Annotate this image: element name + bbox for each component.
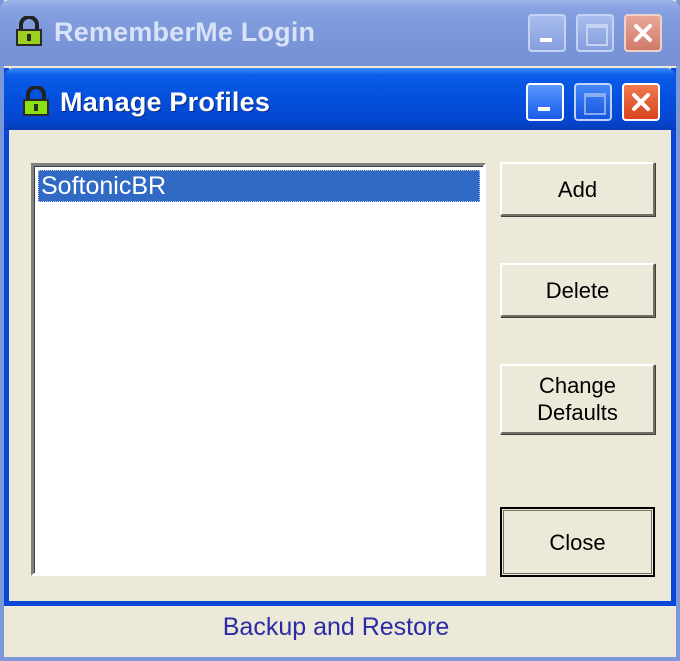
delete-button[interactable]: Delete — [500, 263, 655, 317]
change-defaults-button[interactable]: Change Defaults — [500, 364, 655, 434]
outer-window-title: RememberMe Login — [54, 17, 316, 47]
outer-minimize-button[interactable] — [528, 14, 566, 52]
change-defaults-label-line2: Defaults — [537, 400, 618, 425]
minimize-icon — [540, 38, 552, 42]
add-button[interactable]: Add — [500, 162, 655, 216]
maximize-icon — [586, 24, 608, 46]
lock-icon — [23, 86, 49, 116]
close-icon — [634, 24, 652, 42]
backup-restore-link[interactable]: Backup and Restore — [0, 613, 672, 642]
change-defaults-label-line1: Change — [538, 373, 617, 398]
lock-icon — [16, 16, 42, 46]
outer-maximize-button[interactable] — [576, 14, 614, 52]
dialog-title: Manage Profiles — [60, 87, 271, 117]
dialog-maximize-button[interactable] — [574, 83, 612, 121]
minimize-icon — [538, 107, 550, 111]
maximize-icon — [584, 93, 606, 115]
outer-close-button[interactable] — [624, 14, 662, 52]
close-button[interactable]: Close — [500, 507, 655, 577]
dialog-minimize-button[interactable] — [526, 83, 564, 121]
dialog-close-button[interactable] — [622, 83, 660, 121]
list-item[interactable]: SoftonicBR — [38, 170, 480, 202]
close-icon — [632, 93, 650, 111]
profile-list[interactable]: SoftonicBR — [31, 163, 486, 576]
